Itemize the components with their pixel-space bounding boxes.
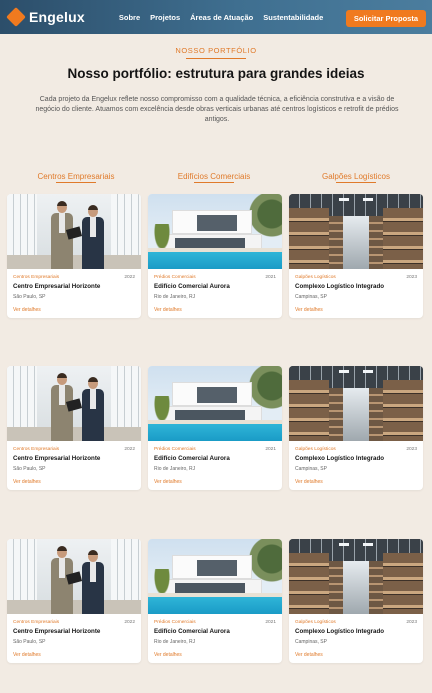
card-year: 2021 <box>265 275 276 280</box>
brand-name: Engelux <box>29 9 85 25</box>
project-card[interactable]: Galpões Logísticos 2023 Complexo Logístico… <box>289 539 423 663</box>
card-title: Complexo Logístico Integrado <box>295 283 385 290</box>
section-eyebrow: NOSSO PORTFÓLIO <box>175 46 257 55</box>
card-category: Centros Empresariais <box>13 275 60 280</box>
nav-links: Sobre Projetos Áreas de Atuação Sustenta… <box>119 13 323 22</box>
card-category: Galpões Logísticos <box>295 275 336 280</box>
project-card[interactable]: Galpões Logísticos 2023 Complexo Logístico… <box>289 194 423 318</box>
card-title: Centro Empresarial Horizonte <box>13 455 101 462</box>
card-category: Galpões Logísticos <box>295 447 336 452</box>
nav-link-projetos[interactable]: Projetos <box>150 13 180 22</box>
card-body: Prédios Comerciais 2021 Edifício Comercial… <box>148 614 282 658</box>
view-details-link[interactable]: Ver detalhes <box>295 652 417 658</box>
card-location: Campinas, SP <box>295 639 327 645</box>
request-proposal-button[interactable]: Solicitar Proposta <box>345 10 426 27</box>
warehouse-photo <box>289 194 423 269</box>
project-card[interactable]: Centros Empresariais 2022 Centro Empresari… <box>7 539 141 663</box>
card-title: Complexo Logístico Integrado <box>295 455 385 462</box>
office-photo <box>7 539 141 614</box>
project-card[interactable]: Prédios Comerciais 2021 Edifício Comercial… <box>148 366 282 490</box>
card-title: Edifício Comercial Aurora <box>154 283 230 290</box>
card-body: Galpões Logísticos 2023 Complexo Logístico… <box>289 614 423 658</box>
nav-link-sobre[interactable]: Sobre <box>119 13 140 22</box>
card-body: Galpões Logísticos 2023 Complexo Logístico… <box>289 441 423 485</box>
card-year: 2021 <box>265 447 276 452</box>
card-location: São Paulo, SP <box>13 466 46 472</box>
card-year: 2021 <box>265 620 276 625</box>
card-year: 2022 <box>124 275 135 280</box>
project-card[interactable]: Galpões Logísticos 2023 Complexo Logístico… <box>289 366 423 490</box>
card-title: Centro Empresarial Horizonte <box>13 283 101 290</box>
top-navbar: Engelux Sobre Projetos Áreas de Atuação … <box>0 0 432 34</box>
page-title: Nosso portfólio: estrutura para grandes … <box>67 66 365 81</box>
card-location: Rio de Janeiro, RJ <box>154 639 196 645</box>
diamond-logo-icon <box>6 7 26 27</box>
card-category: Prédios Comerciais <box>154 447 196 452</box>
view-details-link[interactable]: Ver detalhes <box>154 652 276 658</box>
category-underline <box>56 182 96 183</box>
card-body: Centros Empresariais 2022 Centro Empresari… <box>7 441 141 485</box>
view-details-link[interactable]: Ver detalhes <box>154 307 276 313</box>
card-body: Prédios Comerciais 2021 Edifício Comercial… <box>148 441 282 485</box>
brand-logo[interactable]: Engelux <box>6 7 85 27</box>
card-title: Centro Empresarial Horizonte <box>13 628 101 635</box>
card-category: Prédios Comerciais <box>154 275 196 280</box>
card-body: Prédios Comerciais 2021 Edifício Comercial… <box>148 269 282 313</box>
card-title: Complexo Logístico Integrado <box>295 628 385 635</box>
office-photo <box>7 366 141 441</box>
view-details-link[interactable]: Ver detalhes <box>295 307 417 313</box>
category-galpoes-logisticos[interactable]: Galpões Logísticos <box>286 172 426 181</box>
category-underline <box>194 182 234 183</box>
view-details-link[interactable]: Ver detalhes <box>13 652 135 658</box>
view-details-link[interactable]: Ver detalhes <box>295 479 417 485</box>
card-location: São Paulo, SP <box>13 294 46 300</box>
card-location: Campinas, SP <box>295 466 327 472</box>
card-year: 2023 <box>406 620 417 625</box>
project-card[interactable]: Prédios Comerciais 2021 Edifício Comercial… <box>148 194 282 318</box>
project-card[interactable]: Centros Empresariais 2022 Centro Empresari… <box>7 194 141 318</box>
card-category: Prédios Comerciais <box>154 620 196 625</box>
card-location: Rio de Janeiro, RJ <box>154 294 196 300</box>
view-details-link[interactable]: Ver detalhes <box>154 479 276 485</box>
card-category: Centros Empresariais <box>13 447 60 452</box>
category-underline <box>336 182 376 183</box>
card-body: Centros Empresariais 2022 Centro Empresari… <box>7 269 141 313</box>
card-year: 2022 <box>124 447 135 452</box>
villa-photo <box>148 194 282 269</box>
card-category: Centros Empresariais <box>13 620 60 625</box>
eyebrow-underline <box>186 58 246 59</box>
card-category: Galpões Logísticos <box>295 620 336 625</box>
nav-link-areas[interactable]: Áreas de Atuação <box>190 13 253 22</box>
project-card[interactable]: Prédios Comerciais 2021 Edifício Comercial… <box>148 539 282 663</box>
view-details-link[interactable]: Ver detalhes <box>13 307 135 313</box>
card-location: Rio de Janeiro, RJ <box>154 466 196 472</box>
card-body: Centros Empresariais 2022 Centro Empresari… <box>7 614 141 658</box>
card-location: São Paulo, SP <box>13 639 46 645</box>
category-centros-empresariais[interactable]: Centros Empresariais <box>6 172 146 181</box>
nav-link-sustentabilidade[interactable]: Sustentabilidade <box>263 13 323 22</box>
project-card[interactable]: Centros Empresariais 2022 Centro Empresari… <box>7 366 141 490</box>
warehouse-photo <box>289 366 423 441</box>
villa-photo <box>148 539 282 614</box>
card-year: 2023 <box>406 275 417 280</box>
page-description: Cada projeto da Engelux reflete nosso co… <box>35 96 399 123</box>
card-body: Galpões Logísticos 2023 Complexo Logístico… <box>289 269 423 313</box>
card-year: 2023 <box>406 447 417 452</box>
card-location: Campinas, SP <box>295 294 327 300</box>
card-title: Edifício Comercial Aurora <box>154 628 230 635</box>
view-details-link[interactable]: Ver detalhes <box>13 479 135 485</box>
villa-photo <box>148 366 282 441</box>
card-year: 2022 <box>124 620 135 625</box>
office-photo <box>7 194 141 269</box>
warehouse-photo <box>289 539 423 614</box>
category-edificios-comerciais[interactable]: Edifícios Comerciais <box>144 172 284 181</box>
card-title: Edifício Comercial Aurora <box>154 455 230 462</box>
